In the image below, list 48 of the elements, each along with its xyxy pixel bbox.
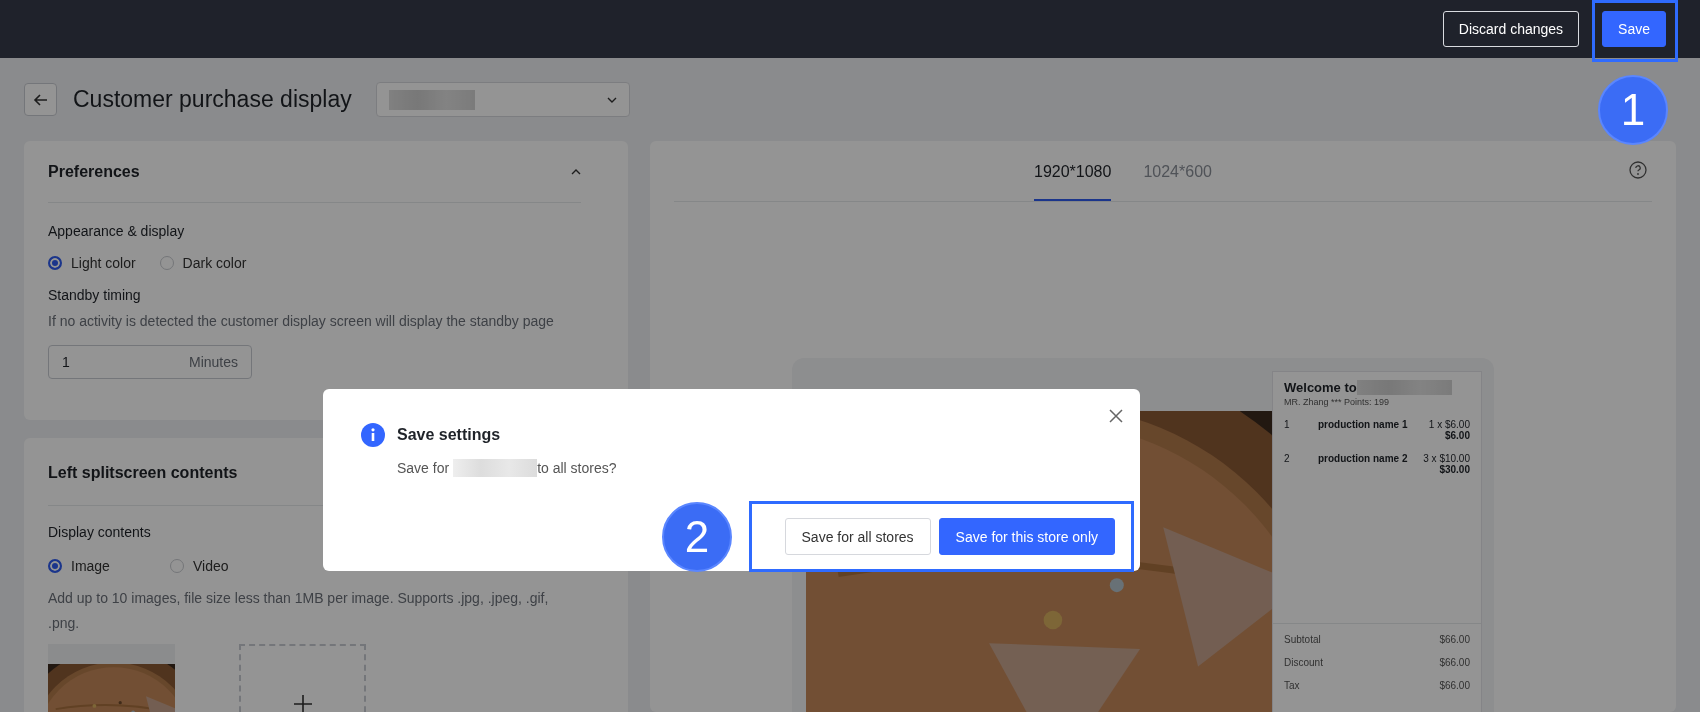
save-button[interactable]: Save xyxy=(1602,11,1666,47)
customer-text: MR. Zhang *** Points: 199 xyxy=(1284,397,1391,407)
save-this-store-button[interactable]: Save for this store only xyxy=(938,518,1115,555)
discard-button[interactable]: Discard changes xyxy=(1442,11,1580,47)
total-value: $66.00 xyxy=(1439,634,1470,647)
step-badge: 1 xyxy=(1598,75,1668,145)
resolution-tab[interactable]: 1920*1080 xyxy=(1034,163,1112,201)
description-text: If no activity is detected the customer display screen will display the standby page xyxy=(48,312,555,331)
item-quantity-price: 3 x $10.00 xyxy=(1423,453,1470,464)
dialog-title: Save settings xyxy=(397,426,501,444)
item-name: production name 1 xyxy=(1318,419,1409,432)
close-icon[interactable] xyxy=(1109,409,1123,423)
item-index: 1 xyxy=(1284,419,1291,432)
welcome-text: Welcome to xyxy=(1284,380,1357,395)
minutes-input[interactable]: 1 Minutes xyxy=(48,345,252,379)
chevron-down-icon xyxy=(606,96,617,103)
item-name: production name 2 xyxy=(1318,453,1409,466)
radio-label: Image xyxy=(71,558,110,574)
arrow-left-icon xyxy=(32,91,49,108)
total-label: Discount xyxy=(1284,657,1323,670)
back-button[interactable] xyxy=(24,83,57,116)
save-all-stores-button[interactable]: Save for all stores xyxy=(784,518,931,555)
radio-label: Dark color xyxy=(182,255,247,271)
radio-button[interactable] xyxy=(48,559,62,573)
message-text: to all stores? xyxy=(537,460,617,476)
field-label: Display contents xyxy=(48,524,152,540)
total-value: $66.00 xyxy=(1439,680,1470,693)
hint-text: Add up to 10 images, file size less than 1MB per image. Supports .jpg, .jpeg, .gif, .png. xyxy=(48,589,550,633)
section-title: Left splitscreen contents xyxy=(48,464,238,482)
item-quantity-price: 1 x $6.00 xyxy=(1428,419,1470,430)
help-icon[interactable] xyxy=(1629,161,1647,179)
item-total: $6.00 xyxy=(1443,430,1470,441)
section-title: Preferences xyxy=(48,163,140,181)
item-total: $30.00 xyxy=(1438,464,1470,475)
radio-label: Video xyxy=(193,558,229,574)
info-icon xyxy=(361,423,385,447)
field-label: Standby timing xyxy=(48,287,142,303)
total-value: $66.00 xyxy=(1439,657,1470,670)
radio-button[interactable] xyxy=(48,256,62,270)
chevron-up-icon[interactable] xyxy=(571,169,581,175)
field-label: Appearance & display xyxy=(48,223,186,239)
total-label: Tax xyxy=(1284,680,1300,693)
plus-icon xyxy=(292,694,313,712)
total-label: Subtotal xyxy=(1284,634,1321,647)
page-title: Customer purchase display xyxy=(73,86,352,113)
item-index: 2 xyxy=(1284,453,1291,466)
radio-label: Light color xyxy=(71,255,136,271)
message-text: Save for xyxy=(397,460,450,476)
